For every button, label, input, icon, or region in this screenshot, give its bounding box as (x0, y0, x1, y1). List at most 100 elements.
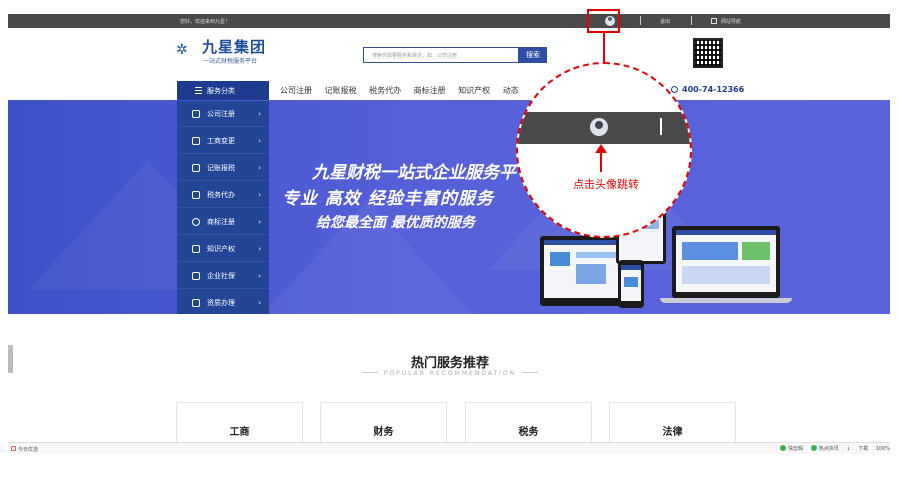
divider (691, 16, 692, 25)
screen-block (742, 242, 770, 260)
sidebar-item-label: 商标注册 (207, 218, 235, 226)
sidebar-item-label: 资质办理 (207, 299, 235, 307)
chevron-right-icon: › (258, 218, 261, 226)
card-title: 财务 (373, 427, 394, 438)
zoom-callout: 点击头像跳转 (516, 62, 692, 238)
service-card[interactable]: 税务 (465, 402, 592, 442)
today-picks[interactable]: 今日优选 (18, 446, 38, 453)
screen-block (682, 266, 770, 284)
banner-slogan: 给您最全面 最优质的服务 (316, 215, 475, 231)
registered-icon (192, 218, 200, 226)
category-menu-button[interactable]: 服务分类 (177, 81, 269, 101)
screen-block (682, 242, 738, 260)
zoomed-avatar-icon (590, 118, 608, 136)
building-icon (192, 110, 200, 118)
sidebar-item-label: 公司注册 (207, 110, 235, 118)
sidebar-item-tax-agency[interactable]: 税务代办 › (177, 182, 269, 208)
device-screen (544, 240, 624, 298)
card-title: 法律 (662, 427, 683, 438)
service-card[interactable]: 工商 (176, 402, 303, 442)
screen-block (576, 252, 616, 258)
site-nav-link[interactable]: 网站导航 (721, 18, 741, 25)
chevron-right-icon: › (258, 110, 261, 118)
sidebar-item-label: 记账报税 (207, 164, 235, 172)
status-tools: 快剪辑 热点资讯 ↓ 下载 100% (774, 445, 890, 452)
ledger-icon (192, 164, 200, 172)
nav-item[interactable]: 动态 (503, 85, 519, 96)
device-screen (676, 230, 776, 292)
chevron-right-icon: › (258, 137, 261, 145)
nav-item[interactable]: 公司注册 (280, 85, 312, 96)
search-input[interactable]: 搜索你需要服务和资讯，如：公司注册 (363, 47, 519, 63)
menu-icon (195, 87, 202, 94)
sidebar-item-business-change[interactable]: 工商变更 › (177, 128, 269, 154)
laptop-base (660, 298, 792, 303)
screen-block (550, 252, 570, 266)
phone-icon (671, 86, 678, 93)
zoomed-top-bar (518, 112, 690, 144)
card-title: 税务 (518, 427, 539, 438)
copyright-icon (192, 245, 200, 253)
divider (640, 16, 641, 25)
tool-label: 快剪辑 (788, 446, 804, 452)
arrow-up-icon (595, 144, 607, 153)
chevron-right-icon: › (258, 164, 261, 172)
screen-block (576, 264, 606, 284)
divider (660, 118, 662, 135)
qr-code-image (693, 38, 723, 68)
section-subtitle-text: POPULAR RECOMMENDATION (383, 370, 517, 377)
cross-icon (192, 272, 200, 280)
quick-edit-tool[interactable]: 快剪辑 (780, 445, 803, 452)
nav-item[interactable]: 税务代办 (369, 85, 401, 96)
slide-dot[interactable] (449, 315, 452, 318)
top-bar: 您好，欢迎来到九星！ 退出 网站导航 (8, 14, 890, 28)
hot-news-tool[interactable]: 热点资讯 (810, 445, 839, 452)
phone-number: 400-74-12366 (682, 85, 745, 94)
sidebar-item-company-register[interactable]: 公司注册 › (177, 101, 269, 127)
screen-block (624, 277, 638, 287)
certificate-icon (192, 299, 200, 307)
service-sidebar: 公司注册 › 工商变更 › 记账报税 › 税务代办 › 商标注册 › 知识产权 … (177, 101, 269, 314)
service-card[interactable]: 财务 (320, 402, 447, 442)
chevron-right-icon: › (258, 191, 261, 199)
logout-link[interactable]: 退出 (660, 18, 670, 25)
section-subtitle: POPULAR RECOMMENDATION (0, 370, 900, 377)
card-title: 工商 (229, 427, 250, 438)
category-head-label: 服务分类 (207, 87, 235, 95)
sidebar-item-label: 企业社保 (207, 272, 235, 280)
laptop-device (672, 226, 780, 298)
screen-bar (676, 230, 776, 235)
banner-tagline: 专业 高效 经验丰富的服务 (282, 189, 494, 209)
play-icon (780, 445, 787, 451)
download-arrow-icon[interactable]: ↓ (846, 446, 850, 452)
sidebar-item-qualification[interactable]: 资质办理 › (177, 290, 269, 316)
grid-icon (711, 18, 717, 24)
sidebar-item-ip[interactable]: 知识产权 › (177, 236, 269, 262)
download-tool[interactable]: 下载 (858, 445, 868, 452)
callout-note: 点击头像跳转 (573, 178, 639, 191)
sidebar-item-trademark[interactable]: 商标注册 › (177, 209, 269, 235)
browser-page: 您好，欢迎来到九星！ 退出 网站导航 ✲ 九星集团 一站式财税服务平台 搜索你需… (0, 0, 900, 496)
slide-dot-active[interactable] (455, 315, 458, 318)
sidebar-item-bookkeeping[interactable]: 记账报税 › (177, 155, 269, 181)
screen-bar (621, 265, 641, 270)
nav-item[interactable]: 商标注册 (414, 85, 446, 96)
slide-indicators (449, 303, 461, 322)
sidebar-item-label: 税务代办 (207, 191, 235, 199)
phone-device (618, 260, 644, 308)
logo-name[interactable]: 九星集团 (202, 36, 266, 57)
search-button[interactable]: 搜索 (519, 47, 547, 63)
sidebar-item-label: 知识产权 (207, 245, 235, 253)
news-icon (810, 445, 817, 451)
nav-item[interactable]: 知识产权 (458, 85, 490, 96)
chevron-right-icon: › (258, 299, 261, 307)
nav-item[interactable]: 记账报税 (325, 85, 357, 96)
logo-star-icon: ✲ (176, 42, 188, 58)
zoom-level[interactable]: 100% (876, 446, 890, 452)
chevron-right-icon: › (258, 272, 261, 280)
sidebar-item-social-security[interactable]: 企业社保 › (177, 263, 269, 289)
service-card[interactable]: 法律 (609, 402, 736, 442)
tool-label: 热点资讯 (818, 446, 839, 452)
banner-headline: 九星财税一站式企业服务平 (312, 163, 516, 183)
document-icon (192, 137, 200, 145)
